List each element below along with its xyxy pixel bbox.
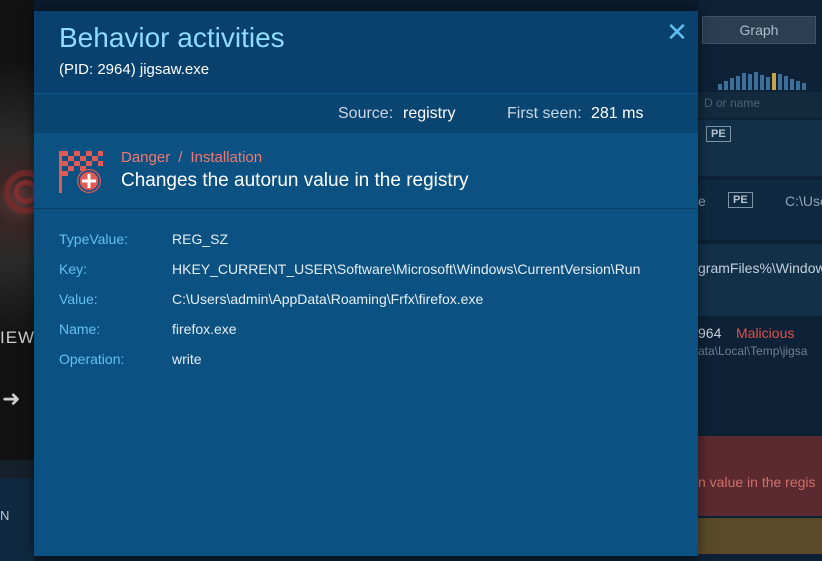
detail-row-key: Key: HKEY_CURRENT_USER\Software\Microsof… <box>34 261 698 285</box>
background-row[interactable]: PE <box>698 120 822 176</box>
background-bottom-text: N <box>0 508 10 523</box>
behavior-event: Danger / Installation Changes the autorun … <box>34 133 698 209</box>
activity-histogram <box>718 64 806 90</box>
detail-value: C:\Users\admin\AppData\Roaming\Frfx\fire… <box>172 291 484 307</box>
pe-badge: PE <box>728 192 753 208</box>
modal-subtitle: (PID: 2964) jigsaw.exe <box>59 61 210 78</box>
close-icon[interactable]: ✕ <box>665 19 689 45</box>
detail-row-operation: Operation: write <box>34 351 698 375</box>
background-right-panel: Graph D or name PE e PE C:\Use gramFiles… <box>698 0 822 561</box>
detail-row-typevalue: TypeValue: REG_SZ <box>34 231 698 255</box>
pe-badge: PE <box>706 126 731 142</box>
detail-value: HKEY_CURRENT_USER\Software\Microsoft\Win… <box>172 261 641 277</box>
process-search-input[interactable]: D or name <box>698 92 822 118</box>
source-label: Source: <box>338 105 394 122</box>
detail-value: write <box>172 351 202 367</box>
modal-header: Behavior activities (PID: 2964) jigsaw.e… <box>34 11 698 93</box>
background-row[interactable]: gramFiles%\Window <box>698 244 822 316</box>
path-fragment: ata\Local\Temp\jigsa <box>698 344 808 358</box>
background-left-panel: IEW ➜ N <box>0 0 48 561</box>
checkered-flag-plus-icon <box>59 151 103 193</box>
row-fragment: C:\Use <box>785 193 822 209</box>
detail-key: Name: <box>59 321 101 337</box>
detail-key: Value: <box>59 291 98 307</box>
source-bar: Source: registry First seen: 281 ms <box>34 93 698 133</box>
category-label: Installation <box>190 149 263 166</box>
row-fragment: gramFiles%\Window <box>698 260 822 276</box>
source-value: registry <box>403 105 456 122</box>
detail-row-value: Value: C:\Users\admin\AppData\Roaming\Fr… <box>34 291 698 315</box>
background-warning-row[interactable] <box>698 518 822 554</box>
pid-fragment: 964 <box>698 325 722 341</box>
row-fragment: e <box>698 193 706 209</box>
modal-title: Behavior activities <box>59 22 285 53</box>
detail-value: firefox.exe <box>172 321 237 337</box>
first-seen-value: 281 ms <box>591 105 644 122</box>
background-row[interactable]: 964 Malicious ata\Local\Temp\jigsa <box>698 318 822 428</box>
first-seen-label: First seen: <box>507 105 582 122</box>
background-poster-text: IEW <box>0 328 36 347</box>
detail-key: Key: <box>59 261 88 277</box>
graph-button[interactable]: Graph <box>702 16 816 44</box>
background-bottom-bar: N <box>0 478 34 561</box>
detail-row-name: Name: firefox.exe <box>34 321 698 345</box>
detail-value: REG_SZ <box>172 231 229 247</box>
verdict-badge: Malicious <box>736 325 795 341</box>
background-danger-row[interactable]: n value in the regis <box>698 436 822 516</box>
detail-key: Operation: <box>59 351 125 367</box>
background-row[interactable]: e PE C:\Use <box>698 180 822 240</box>
event-description: Changes the autorun value in the registr… <box>121 170 469 191</box>
category-separator: / <box>178 149 183 166</box>
severity-label: Danger <box>121 149 171 166</box>
event-category: Danger / Installation <box>121 149 262 166</box>
danger-fragment: n value in the regis <box>698 474 816 490</box>
detail-key: TypeValue: <box>59 231 129 247</box>
behavior-activities-modal: Behavior activities (PID: 2964) jigsaw.e… <box>34 11 698 556</box>
arrow-right-icon[interactable]: ➜ <box>2 386 20 412</box>
